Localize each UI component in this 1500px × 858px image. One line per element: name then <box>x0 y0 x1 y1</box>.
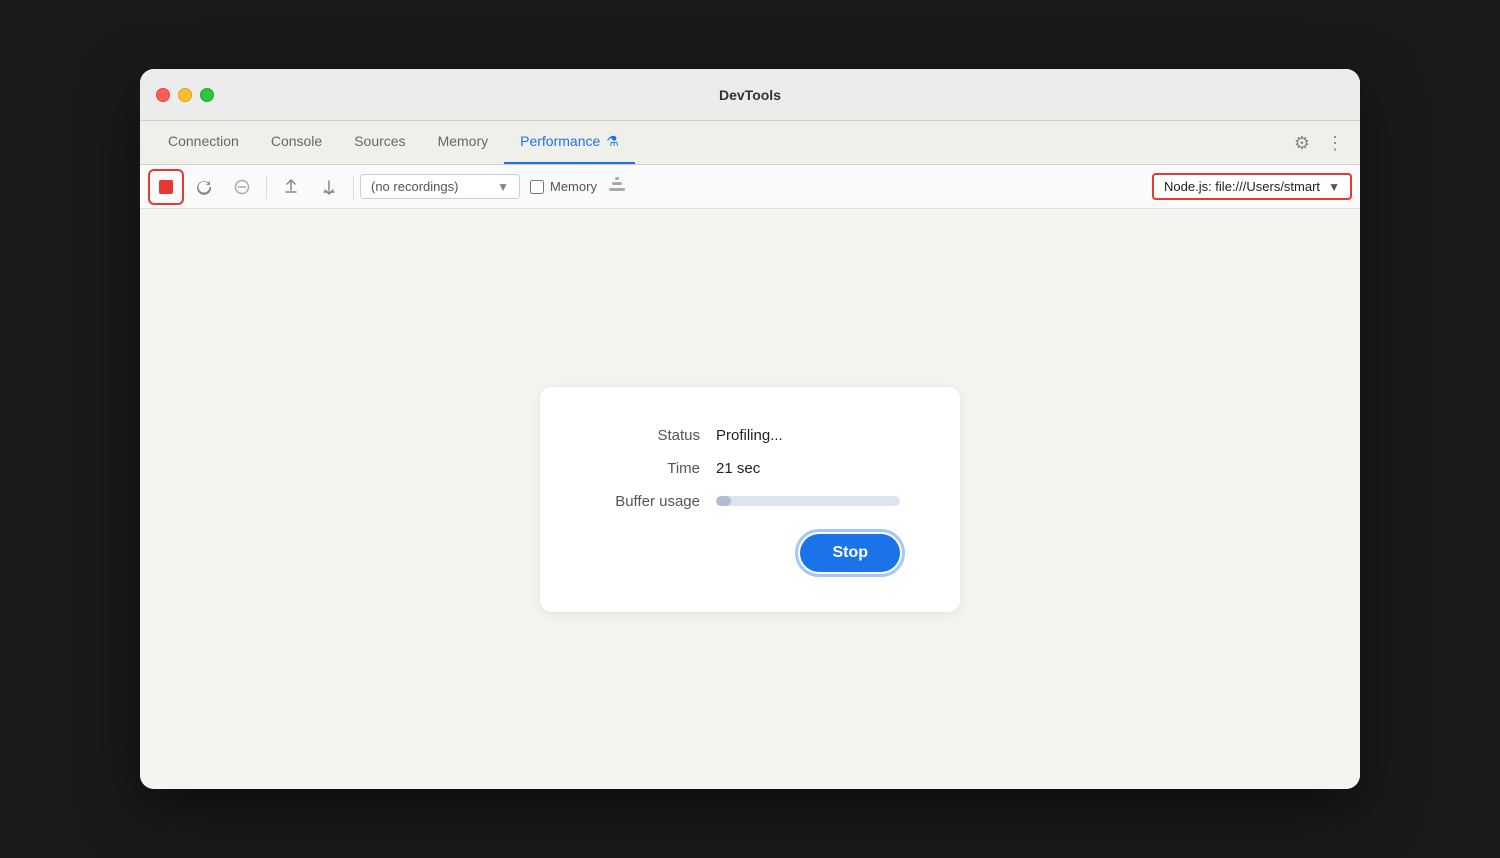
buffer-bar <box>716 496 900 506</box>
recordings-dropdown[interactable]: (no recordings) ▼ <box>360 174 520 199</box>
window-title: DevTools <box>719 87 781 103</box>
time-row: Time 21 sec <box>600 460 900 477</box>
record-button[interactable] <box>148 169 184 205</box>
buffer-label: Buffer usage <box>600 493 700 510</box>
title-bar: DevTools <box>140 69 1360 121</box>
tab-bar-actions: ⚙ ⋮ <box>1290 131 1348 164</box>
upload-button[interactable] <box>273 169 309 205</box>
gear-icon: ⚙ <box>1294 133 1310 154</box>
node-selector-value: Node.js: file:///Users/stmart <box>1164 179 1320 194</box>
beaker-icon: ⚗ <box>606 133 619 150</box>
scrubber-button[interactable] <box>599 169 635 205</box>
close-button[interactable] <box>156 88 170 102</box>
download-icon <box>321 179 337 195</box>
time-label: Time <box>600 460 700 477</box>
buffer-row: Buffer usage <box>600 493 900 510</box>
recordings-value: (no recordings) <box>371 179 458 194</box>
toolbar: (no recordings) ▼ Memory Node.js: file:/… <box>140 165 1360 209</box>
maximize-button[interactable] <box>200 88 214 102</box>
tab-performance[interactable]: Performance ⚗ <box>504 120 635 164</box>
profiling-card: Status Profiling... Time 21 sec Buffer u… <box>540 387 960 612</box>
memory-checkbox-label[interactable]: Memory <box>530 179 597 194</box>
stop-button[interactable]: Stop <box>800 534 900 572</box>
status-label: Status <box>600 427 700 444</box>
upload-icon <box>283 179 299 195</box>
status-value: Profiling... <box>716 427 783 444</box>
memory-label: Memory <box>550 179 597 194</box>
stop-button-row: Stop <box>600 534 900 572</box>
reload-icon <box>196 179 212 195</box>
tab-memory[interactable]: Memory <box>422 120 505 164</box>
clear-button[interactable] <box>224 169 260 205</box>
chevron-down-icon: ▼ <box>497 180 509 194</box>
toolbar-right: Node.js: file:///Users/stmart ▼ <box>1152 173 1352 200</box>
tab-sources[interactable]: Sources <box>338 120 421 164</box>
memory-checkbox[interactable] <box>530 180 544 194</box>
node-selector[interactable]: Node.js: file:///Users/stmart ▼ <box>1152 173 1352 200</box>
settings-button[interactable]: ⚙ <box>1290 131 1314 156</box>
main-content: Status Profiling... Time 21 sec Buffer u… <box>140 209 1360 789</box>
scrubber-icon <box>607 174 627 199</box>
more-button[interactable]: ⋮ <box>1322 131 1348 156</box>
more-icon: ⋮ <box>1326 133 1344 154</box>
reload-record-button[interactable] <box>186 169 222 205</box>
devtools-window: DevTools Connection Console Sources Memo… <box>140 69 1360 789</box>
toolbar-divider-2 <box>353 175 354 199</box>
status-row: Status Profiling... <box>600 427 900 444</box>
tab-list: Connection Console Sources Memory Perfor… <box>152 120 1290 164</box>
record-icon <box>159 180 173 194</box>
time-value: 21 sec <box>716 460 760 477</box>
tab-bar: Connection Console Sources Memory Perfor… <box>140 121 1360 165</box>
buffer-bar-fill <box>716 496 731 506</box>
tab-connection[interactable]: Connection <box>152 120 255 164</box>
download-button[interactable] <box>311 169 347 205</box>
minimize-button[interactable] <box>178 88 192 102</box>
tab-console[interactable]: Console <box>255 120 338 164</box>
traffic-lights <box>156 88 214 102</box>
chevron-down-icon: ▼ <box>1328 180 1340 194</box>
clear-icon <box>234 179 250 195</box>
toolbar-divider-1 <box>266 175 267 199</box>
